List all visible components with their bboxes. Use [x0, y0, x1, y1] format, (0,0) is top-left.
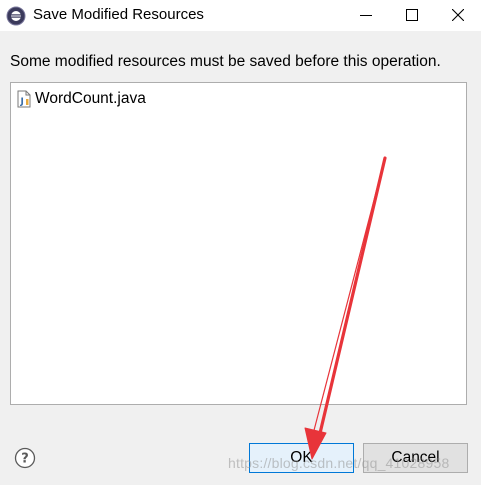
title-bar: Save Modified Resources	[0, 0, 481, 31]
java-file-icon: J	[17, 90, 31, 108]
window-title: Save Modified Resources	[33, 6, 204, 23]
minimize-button[interactable]	[343, 0, 389, 31]
maximize-button[interactable]	[389, 0, 435, 31]
maximize-icon	[406, 9, 418, 21]
eclipse-app-icon	[6, 6, 26, 26]
save-resources-dialog: Save Modified Resources Some modified re…	[0, 0, 481, 485]
help-icon[interactable]: ?	[14, 447, 36, 469]
minimize-icon	[360, 15, 372, 16]
list-item-label: WordCount.java	[35, 90, 146, 107]
list-item[interactable]: J WordCount.java	[16, 89, 146, 109]
resource-list[interactable]: J WordCount.java	[10, 82, 467, 405]
close-button[interactable]	[435, 0, 481, 31]
close-icon	[452, 9, 464, 21]
svg-text:?: ?	[21, 452, 29, 467]
svg-text:J: J	[20, 97, 24, 107]
watermark: https://blog.csdn.net/qq_41028958	[228, 455, 450, 471]
dialog-message: Some modified resources must be saved be…	[10, 53, 441, 70]
